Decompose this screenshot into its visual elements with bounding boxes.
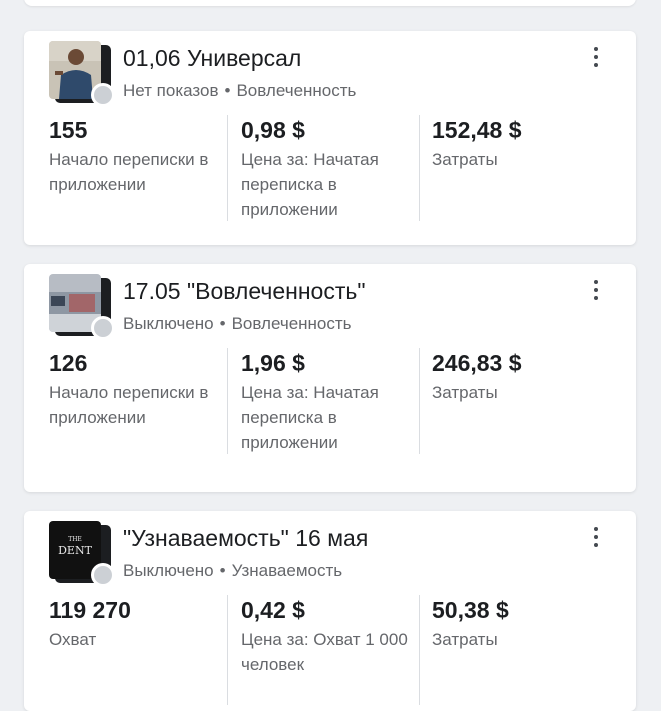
metric-label: Охват xyxy=(49,630,97,649)
campaign-card[interactable]: 17.05 "Вовлеченность" Выключено • Вовлечен… xyxy=(24,264,636,492)
campaign-title[interactable]: "Узнаваемость" 16 мая xyxy=(123,525,368,552)
metric-results: 155 Начало переписки в приложении xyxy=(49,115,227,197)
metric-value: 152,48 $ xyxy=(432,117,522,143)
metric-divider xyxy=(419,348,420,454)
metric-label: Затраты xyxy=(432,150,498,169)
campaign-card[interactable]: 01,06 Универсал Нет показов • Вовлеченност… xyxy=(24,31,636,245)
campaign-subtitle: Нет показов • Вовлеченность xyxy=(123,81,356,101)
separator: • xyxy=(219,561,226,580)
more-options-button[interactable] xyxy=(586,278,606,304)
metric-value: 1,96 $ xyxy=(241,350,305,376)
metric-results: 126 Начало переписки в приложении xyxy=(49,348,227,430)
metric-divider xyxy=(227,115,228,221)
status-dot xyxy=(91,316,115,340)
campaign-subtitle: Выключено • Вовлеченность xyxy=(123,314,352,334)
campaign-subtitle: Выключено • Узнаваемость xyxy=(123,561,342,581)
logo-text: DENT xyxy=(58,544,92,557)
status-dot xyxy=(91,563,115,587)
metric-results: 119 270 Охват xyxy=(49,595,227,652)
metric-cost-per-result: 0,42 $ Цена за: Охват 1 000 человек xyxy=(241,595,419,677)
campaign-objective: Вовлеченность xyxy=(231,314,352,333)
metric-spend: 246,83 $ Затраты xyxy=(432,348,610,405)
campaign-status: Выключено xyxy=(123,314,214,333)
campaign-status: Выключено xyxy=(123,561,214,580)
more-options-button[interactable] xyxy=(586,525,606,551)
metric-value: 126 xyxy=(49,350,88,376)
campaign-card[interactable]: DENT THE "Узнаваемость" 16 мая Выключено… xyxy=(24,511,636,711)
separator: • xyxy=(224,81,231,100)
more-options-button[interactable] xyxy=(586,45,606,71)
campaign-thumbnail xyxy=(49,274,115,340)
more-vertical-icon xyxy=(586,47,606,67)
metric-spend: 152,48 $ Затраты xyxy=(432,115,610,172)
metric-cost-per-result: 0,98 $ Цена за: Начатая переписка в прил… xyxy=(241,115,419,222)
metric-label: Начало переписки в приложении xyxy=(49,383,209,427)
previous-card-edge xyxy=(24,0,636,6)
more-vertical-icon xyxy=(586,280,606,300)
campaign-objective: Вовлеченность xyxy=(236,81,357,100)
metric-label: Цена за: Начатая переписка в приложении xyxy=(241,383,379,452)
metric-label: Затраты xyxy=(432,630,498,649)
metric-value: 50,38 $ xyxy=(432,597,509,623)
campaign-thumbnail xyxy=(49,41,115,107)
metric-divider xyxy=(419,595,420,705)
metric-cost-per-result: 1,96 $ Цена за: Начатая переписка в прил… xyxy=(241,348,419,455)
metric-divider xyxy=(227,595,228,705)
status-dot xyxy=(91,83,115,107)
metric-value: 0,42 $ xyxy=(241,597,305,623)
metric-label: Начало переписки в приложении xyxy=(49,150,209,194)
campaign-thumbnail: DENT THE xyxy=(49,521,115,587)
campaign-title[interactable]: 17.05 "Вовлеченность" xyxy=(123,278,366,305)
metric-label: Цена за: Начатая переписка в приложении xyxy=(241,150,379,219)
metric-spend: 50,38 $ Затраты xyxy=(432,595,610,652)
campaign-title[interactable]: 01,06 Универсал xyxy=(123,45,301,72)
more-vertical-icon xyxy=(586,527,606,547)
metric-value: 155 xyxy=(49,117,88,143)
metric-divider xyxy=(227,348,228,454)
svg-text:THE: THE xyxy=(68,536,82,543)
metric-divider xyxy=(419,115,420,221)
campaign-objective: Узнаваемость xyxy=(231,561,343,580)
metric-value: 246,83 $ xyxy=(432,350,522,376)
metric-label: Затраты xyxy=(432,383,498,402)
metric-value: 0,98 $ xyxy=(241,117,305,143)
separator: • xyxy=(219,314,226,333)
metric-label: Цена за: Охват 1 000 человек xyxy=(241,630,408,674)
campaign-status: Нет показов xyxy=(123,81,219,100)
metric-value: 119 270 xyxy=(49,597,131,623)
